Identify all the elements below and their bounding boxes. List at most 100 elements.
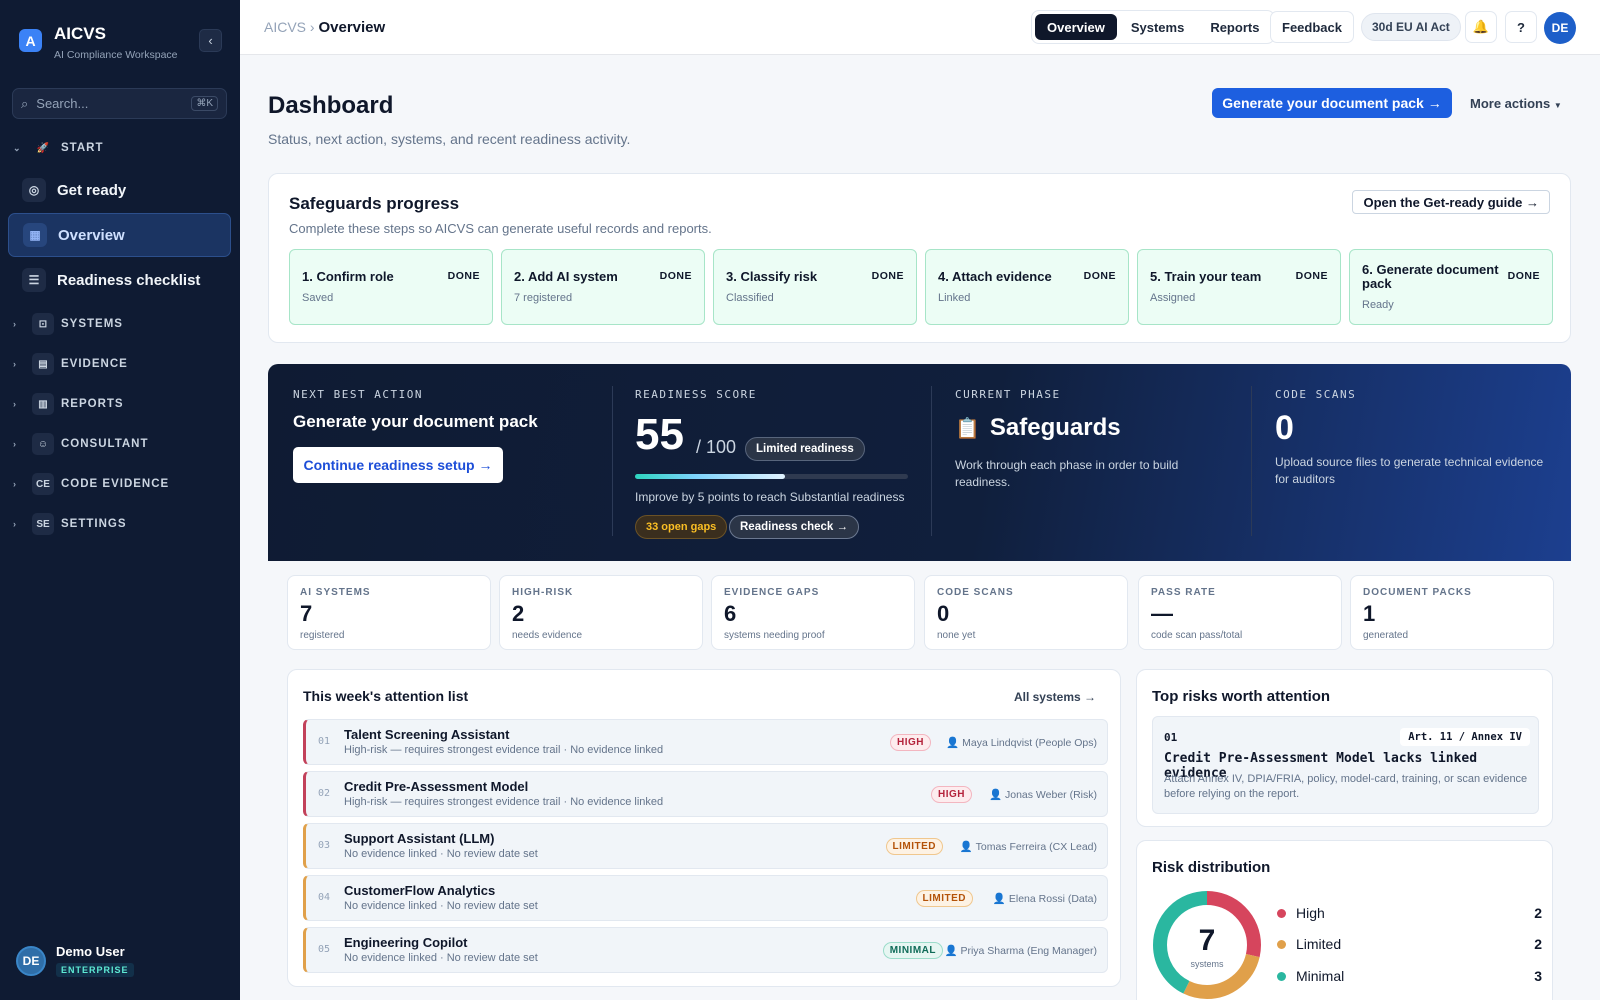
step-done-badge: DONE (1295, 270, 1328, 282)
list-item[interactable]: 05 Engineering Copilot No evidence linke… (303, 927, 1108, 973)
breadcrumb-current: Overview (318, 19, 386, 36)
readiness-check-button[interactable]: Readiness check → (729, 515, 860, 539)
step-card[interactable]: 4. Attach evidence Linked DONE (925, 249, 1129, 325)
user-profile[interactable]: DE Demo User ENTERPRISE (16, 944, 134, 977)
next-action-label: NEXT BEST ACTION (293, 388, 423, 401)
row-title: Talent Screening Assistant (344, 727, 510, 742)
open-gaps-badge[interactable]: 33 open gaps (635, 515, 728, 539)
step-card[interactable]: 1. Confirm role Saved DONE (289, 249, 493, 325)
open-guide-button[interactable]: Open the Get-ready guide → (1352, 190, 1550, 214)
list-item[interactable]: 03 Support Assistant (LLM) No evidence l… (303, 823, 1108, 869)
row-number: 01 (318, 736, 331, 747)
search-input[interactable]: Search... (36, 96, 88, 111)
legend-item-high: High 2 (1277, 903, 1542, 923)
tab-overview[interactable]: Overview (1035, 14, 1117, 40)
app-subtitle: AI Compliance Workspace (54, 49, 178, 61)
collapse-sidebar-button[interactable]: ‹ (199, 29, 222, 52)
tab-systems[interactable]: Systems (1119, 14, 1196, 40)
list-item[interactable]: 02 Credit Pre-Assessment Model High-risk… (303, 771, 1108, 817)
row-title: Support Assistant (LLM) (344, 831, 495, 846)
brand[interactable]: A AICVS AI Compliance Workspace (19, 22, 178, 61)
step-done-badge: DONE (1083, 270, 1116, 282)
legend-item-limited: Limited 2 (1277, 934, 1542, 954)
sidebar-item-readiness-checklist[interactable]: ☰ Readiness checklist (8, 258, 231, 302)
row-subtitle: No evidence linked · No review date set (344, 900, 538, 912)
stat-card-document-packs[interactable]: DOCUMENT PACKS 1 generated (1350, 575, 1554, 650)
sidebar-section-code-evidence[interactable]: › CE CODE EVIDENCE (0, 471, 240, 497)
page-subtitle: Status, next action, systems, and recent… (268, 131, 631, 147)
step-status-text: Linked (938, 292, 971, 304)
breadcrumb-root[interactable]: AICVS (264, 19, 306, 35)
sidebar-search[interactable]: ⌕ Search... ⌘K (12, 88, 227, 119)
legend-value: 2 (1534, 905, 1542, 921)
sidebar-section-start[interactable]: ⌄ 🚀 START (0, 135, 240, 161)
avatar: DE (16, 945, 46, 976)
app-name: AICVS (54, 24, 106, 43)
chevron-left-icon: ‹ (208, 33, 213, 48)
stat-card-high-risk[interactable]: HIGH-RISK 2 needs evidence (499, 575, 703, 650)
stat-value: — (1151, 601, 1173, 626)
stat-note: needs evidence (512, 630, 583, 641)
chevron-right-icon: › (13, 519, 17, 529)
step-title: 4. Attach evidence (938, 269, 1052, 284)
sidebar-item-label: Get ready (57, 181, 127, 199)
regulation-countdown-pill[interactable]: 30d EU AI Act (1361, 13, 1461, 41)
readiness-score-label: READINESS SCORE (635, 388, 757, 401)
more-actions-button[interactable]: More actions ▼ (1470, 96, 1562, 111)
stat-note: registered (300, 630, 345, 641)
sidebar-section-consultant[interactable]: › ☺ CONSULTANT (0, 431, 240, 457)
generate-document-pack-button[interactable]: Generate your document pack → (1212, 88, 1452, 118)
stat-label: HIGH-RISK (512, 587, 574, 598)
step-title: 3. Classify risk (726, 269, 818, 284)
risk-badge: LIMITED (885, 838, 943, 855)
sidebar: A AICVS AI Compliance Workspace ‹ ⌕ Sear… (0, 0, 240, 1000)
step-card[interactable]: 2. Add AI system 7 registered DONE (501, 249, 705, 325)
all-systems-link[interactable]: All systems → (1014, 690, 1096, 704)
sidebar-section-settings[interactable]: › SE SETTINGS (0, 511, 240, 537)
sidebar-item-get-ready[interactable]: ◎ Get ready (8, 168, 231, 212)
readiness-score-value: 55 (635, 410, 684, 459)
card-title: Top risks worth attention (1152, 688, 1331, 705)
tab-reports[interactable]: Reports (1198, 14, 1271, 40)
code-scans-description: Upload source files to generate technica… (1275, 455, 1544, 486)
sidebar-item-overview[interactable]: ▦ Overview (8, 213, 231, 257)
step-card[interactable]: 3. Classify risk Classified DONE (713, 249, 917, 325)
view-switcher: Overview Systems Reports (1031, 10, 1276, 44)
continue-readiness-button[interactable]: Continue readiness setup → (293, 447, 503, 483)
sidebar-item-label: Overview (58, 226, 125, 244)
section-label: CONSULTANT (61, 438, 149, 450)
list-item[interactable]: 04 CustomerFlow Analytics No evidence li… (303, 875, 1108, 921)
chevron-right-icon: › (13, 479, 17, 489)
stat-card-pass-rate[interactable]: PASS RATE — code scan pass/total (1138, 575, 1342, 650)
sidebar-section-evidence[interactable]: › ▤ EVIDENCE (0, 351, 240, 377)
stat-label: DOCUMENT PACKS (1363, 587, 1472, 598)
risk-item[interactable]: 01 Art. 11 / Annex IV Credit Pre-Assessm… (1152, 716, 1539, 814)
step-done-badge: DONE (447, 270, 480, 282)
feedback-button[interactable]: Feedback (1270, 11, 1354, 43)
sidebar-section-systems[interactable]: › ⊡ SYSTEMS (0, 311, 240, 337)
row-number: 05 (318, 944, 331, 955)
legend-label: Limited (1296, 936, 1342, 952)
improve-hint: Improve by 5 points to reach Substantial… (635, 490, 905, 504)
avatar[interactable]: DE (1544, 12, 1576, 44)
risk-donut-chart: 7 systems (1153, 891, 1261, 999)
owner-name: Priya Sharma (Eng Manager) (960, 945, 1097, 957)
stat-card-code-scans[interactable]: CODE SCANS 0 none yet (924, 575, 1128, 650)
stat-card-evidence-gaps[interactable]: EVIDENCE GAPS 6 systems needing proof (711, 575, 915, 650)
list-item[interactable]: 01 Talent Screening Assistant High-risk … (303, 719, 1108, 765)
code-scans-value: 0 (1275, 409, 1294, 447)
search-icon: ⌕ (21, 95, 29, 111)
step-card[interactable]: 5. Train your team Assigned DONE (1137, 249, 1341, 325)
checklist-icon: ☰ (22, 268, 46, 292)
user-name: Demo User (56, 944, 125, 959)
stat-note: systems needing proof (724, 630, 825, 641)
risk-badge: MINIMAL (882, 942, 943, 959)
notifications-button[interactable]: 🔔 (1465, 11, 1497, 43)
readiness-hero-panel: NEXT BEST ACTION Generate your document … (268, 364, 1571, 561)
step-card[interactable]: 6. Generate document pack Ready DONE (1349, 249, 1553, 325)
sidebar-section-reports[interactable]: › ▥ REPORTS (0, 391, 240, 417)
risk-badge: HIGH (890, 734, 931, 751)
row-owner: 👤 Jonas Weber (Risk) (989, 788, 1097, 801)
help-button[interactable]: ? (1505, 11, 1537, 43)
stat-card-ai-systems[interactable]: AI SYSTEMS 7 registered (287, 575, 491, 650)
